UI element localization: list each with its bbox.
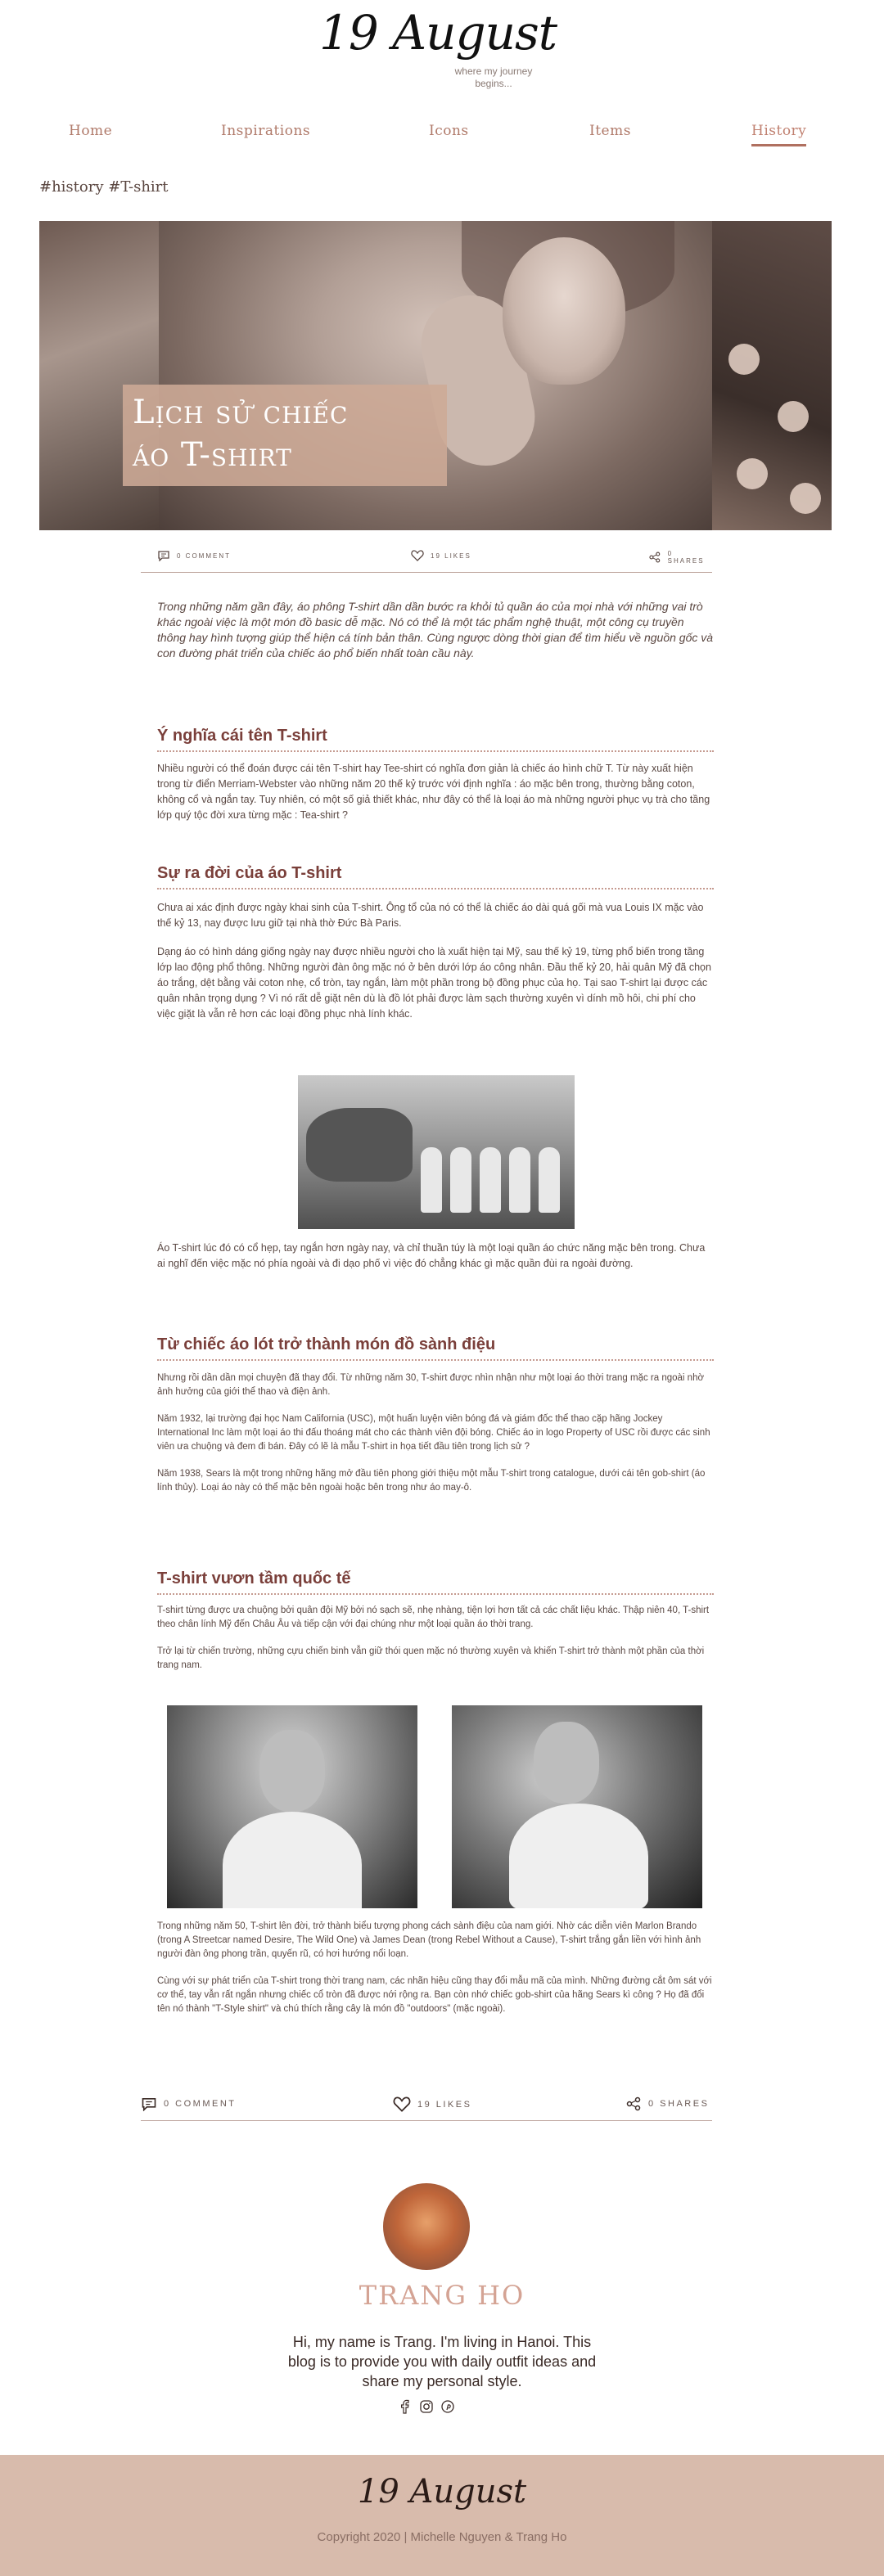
like-count[interactable]: 19 LIKES [393, 2096, 471, 2112]
section-fashion: Nhưng rồi dần dần mọi chuyện đã thay đổi… [157, 1371, 714, 1508]
paragraph: Trở lại từ chiến trường, những cựu chiến… [157, 1646, 705, 1670]
post-tags[interactable]: #history #T-shirt [39, 178, 169, 196]
paragraph: Nhưng rồi dần dần mọi chuyện đã thay đổi… [157, 1373, 705, 1397]
photo-head-shape [259, 1730, 325, 1812]
section-meaning: Nhiều người có thể đoán được cái tên T-s… [157, 761, 714, 836]
section-heading-international: T-shirt vươn tầm quốc tế [157, 1569, 714, 1595]
site-footer: 19 August Copyright 2020 | Michelle Nguy… [0, 2455, 884, 2576]
hero-title-line2: áo T-shirt [133, 436, 292, 474]
paragraph: Nhiều người có thể đoán được cái tên T-s… [157, 763, 710, 821]
site-tagline: where my journey begins... [454, 65, 533, 89]
photo-sailor-figure [421, 1147, 442, 1213]
nav-item-home[interactable]: Home [69, 123, 112, 139]
photo-body-shape [223, 1812, 362, 1908]
author-name: TRANG HO [359, 2280, 525, 2311]
share-count-label: 0 SHARES [667, 550, 705, 565]
nav-item-history[interactable]: History [751, 123, 807, 146]
article-intro: Trong những năm gần đây, áo phông T-shir… [157, 599, 714, 674]
heart-icon [393, 2096, 411, 2112]
hero-right-panel [712, 221, 832, 530]
pinterest-icon[interactable] [440, 2399, 455, 2414]
comment-count[interactable]: 0 COMMENT [141, 2096, 237, 2111]
section-heading-fashion: Từ chiếc áo lót trở thành món đồ sành đi… [157, 1335, 714, 1361]
share-icon [626, 2096, 641, 2111]
post-meta-bar-top: 0 COMMENT 19 LIKES 0 SHARES [141, 545, 712, 573]
section-heading-meaning: Ý nghĩa cái tên T-shirt [157, 727, 714, 752]
paragraph: T-shirt từng được ưa chuộng bởi quân đội… [157, 1605, 710, 1629]
comment-count-label: 0 COMMENT [164, 2099, 237, 2109]
polka-dot [728, 344, 760, 375]
photo-cannon-shape [306, 1108, 413, 1182]
share-count[interactable]: 0 SHARES [625, 2096, 709, 2111]
paragraph: Chưa ai xác định được ngày khai sinh của… [157, 902, 704, 929]
logo-text[interactable]: 19 August [319, 5, 557, 61]
share-count-label: 0 SHARES [648, 2099, 710, 2109]
section-heading-origin: Sự ra đời của áo T-shirt [157, 864, 714, 889]
comment-count-label: 0 COMMENT [177, 552, 231, 560]
section-origin: Chưa ai xác định được ngày khai sinh của… [157, 900, 714, 1035]
photo-head-shape [534, 1722, 599, 1804]
paragraph: Trong những năm 50, T-shirt lên đời, trở… [157, 1921, 701, 1959]
photo-sailor-figure [509, 1147, 530, 1213]
nav-item-items[interactable]: Items [589, 123, 631, 139]
comment-count[interactable]: 0 COMMENT [157, 550, 231, 561]
polka-dot [778, 401, 809, 432]
sailors-photo [298, 1075, 575, 1229]
polka-dot [737, 458, 768, 489]
instagram-icon[interactable] [419, 2399, 434, 2414]
section-international: T-shirt từng được ưa chuộng bởi quân đội… [157, 1604, 714, 1686]
like-count-label: 19 LIKES [417, 2099, 472, 2110]
hero-title-box: Lịch sử chiếc áo T-shirt [123, 385, 447, 486]
photo-body-shape [509, 1804, 648, 1908]
photo-sailor-figure [450, 1147, 471, 1213]
photo-sailor-figure [480, 1147, 501, 1213]
post-meta-bar-bottom: 0 COMMENT 19 LIKES 0 SHARES [141, 2093, 712, 2121]
footer-copyright: Copyright 2020 | Michelle Nguyen & Trang… [317, 2530, 567, 2544]
paragraph: Dạng áo có hình dáng giống ngày nay được… [157, 946, 711, 1020]
photo-sailor-figure [539, 1147, 560, 1213]
share-icon [649, 552, 661, 563]
paragraph: Áo T-shirt lúc đó có cổ hẹp, tay ngắn hơ… [157, 1242, 706, 1269]
facebook-icon[interactable] [398, 2399, 413, 2414]
footer-logo[interactable]: 19 August [0, 2473, 884, 2511]
hero-image: Lịch sử chiếc áo T-shirt [39, 221, 832, 530]
site-logo[interactable]: 19 August [319, 5, 565, 70]
polka-dot [790, 483, 821, 514]
paragraph: Năm 1932, lại trường đại học Nam Califor… [157, 1414, 710, 1452]
section-origin-continued: Áo T-shirt lúc đó có cổ hẹp, tay ngắn hơ… [157, 1241, 714, 1285]
marlon-brando-photo [167, 1705, 417, 1908]
site-header: 19 August where my journey begins... [0, 0, 884, 115]
james-dean-photo [452, 1705, 702, 1908]
paragraph: Năm 1938, Sears là một trong những hãng … [157, 1469, 706, 1493]
like-count[interactable]: 19 LIKES [411, 550, 471, 561]
main-nav: Home Inspirations Icons Items History [0, 123, 884, 155]
hero-title-line1: Lịch sử chiếc [133, 394, 349, 431]
social-links [398, 2399, 455, 2414]
author-avatar[interactable] [383, 2183, 470, 2270]
nav-item-inspirations[interactable]: Inspirations [221, 123, 310, 139]
share-count[interactable]: 0 SHARES [648, 550, 712, 565]
heart-icon [411, 550, 424, 561]
comment-icon [142, 2097, 156, 2111]
like-count-label: 19 LIKES [431, 552, 471, 560]
comment-icon [158, 551, 169, 561]
intro-paragraph: Trong những năm gần đây, áo phông T-shir… [157, 600, 714, 660]
nav-item-icons[interactable]: Icons [429, 123, 469, 139]
paragraph: Cùng với sự phát triển của T-shirt trong… [157, 1976, 712, 2014]
hero-face-shape [503, 237, 625, 385]
section-international-continued: Trong những năm 50, T-shirt lên đời, trở… [157, 1920, 714, 2029]
author-bio: Hi, my name is Trang. I'm living in Hano… [287, 2334, 597, 2389]
